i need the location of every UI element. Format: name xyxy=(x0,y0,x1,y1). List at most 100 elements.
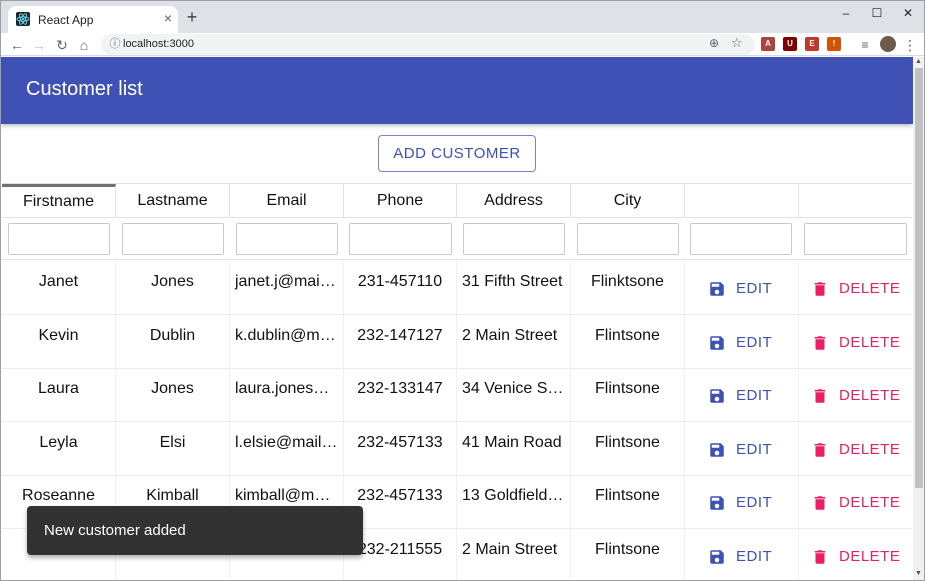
cell-address: 2 Main Street xyxy=(457,314,571,368)
edit-label: EDIT xyxy=(736,547,773,565)
edit-label: EDIT xyxy=(736,280,773,297)
home-icon[interactable]: ⌂ xyxy=(75,36,93,54)
cell-email: l.elsie@mail.com xyxy=(230,421,344,475)
filter-input-firstname[interactable] xyxy=(8,223,110,255)
filter-input-phone[interactable] xyxy=(349,223,452,255)
minimize-button[interactable]: – xyxy=(831,5,861,21)
back-icon[interactable]: ← xyxy=(8,36,26,54)
table-row: JanetJonesjanet.j@mail.com231-45711031 F… xyxy=(2,261,912,315)
extension-icon[interactable]: E xyxy=(805,37,819,51)
scroll-up-icon[interactable]: ▲ xyxy=(915,58,922,65)
title-bar: React App × + – ☐ ✕ xyxy=(1,1,924,33)
maximize-button[interactable]: ☐ xyxy=(862,5,892,21)
cell-city: Flintsone xyxy=(571,314,685,368)
cell-phone: 231-457110 xyxy=(344,261,457,314)
snackbar: New customer added xyxy=(27,506,363,555)
scrollbar-thumb[interactable] xyxy=(915,68,923,488)
react-icon xyxy=(16,12,30,26)
cell-lastname: Dublin xyxy=(116,314,230,368)
cell-lastname: Jones xyxy=(116,368,230,421)
filter-input-city[interactable] xyxy=(577,223,679,255)
trash-icon xyxy=(814,282,826,296)
filter-input-edit[interactable] xyxy=(690,223,792,255)
tab-title: React App xyxy=(38,13,94,27)
cell-city: Flintsone xyxy=(571,475,685,528)
trash-icon xyxy=(814,496,826,510)
info-icon[interactable]: ⓘ xyxy=(107,36,123,52)
table-row: KevinDublink.dublin@mail.com232-1471272 … xyxy=(2,314,912,369)
browser-toolbar: ← → ↻ ⌂ ⓘ localhost:3000 ⊕ ☆ A U E ! ≡ ⋮ xyxy=(1,33,924,56)
cell-edit: EDIT xyxy=(685,261,799,314)
megaphone-extension-icon[interactable]: ! xyxy=(827,37,841,51)
tab-close-icon[interactable]: × xyxy=(160,10,176,26)
url-text[interactable]: localhost:3000 xyxy=(123,38,194,50)
edit-label: EDIT xyxy=(736,333,773,351)
scroll-down-icon[interactable]: ▼ xyxy=(915,570,922,577)
forward-icon[interactable]: → xyxy=(30,36,48,54)
cell-lastname: Elsi xyxy=(116,421,230,475)
cell-city: Flintsone xyxy=(571,528,685,580)
filter-row xyxy=(2,217,912,260)
filter-input-lastname[interactable] xyxy=(122,223,224,255)
column-header-email[interactable]: Email xyxy=(230,184,344,217)
column-header-phone[interactable]: Phone xyxy=(344,184,457,217)
new-tab-button[interactable]: + xyxy=(183,7,201,27)
cell-edit: EDIT xyxy=(685,314,799,368)
cell-edit: EDIT xyxy=(685,475,799,528)
edit-label: EDIT xyxy=(736,387,773,404)
column-header-lastname[interactable]: Lastname xyxy=(116,184,230,217)
menu-dots-icon[interactable]: ⋮ xyxy=(901,36,919,54)
browser-tab[interactable]: React App × xyxy=(8,6,178,33)
cell-email: k.dublin@mail.com xyxy=(230,314,344,368)
snackbar-message: New customer added xyxy=(44,522,186,539)
reading-list-icon[interactable]: ≡ xyxy=(856,36,874,54)
trash-icon xyxy=(814,442,826,457)
ublock-extension-icon[interactable]: U xyxy=(783,37,797,51)
cell-email: janet.j@mail.com xyxy=(230,261,344,314)
zoom-icon[interactable]: ⊕ xyxy=(709,36,719,50)
close-window-button[interactable]: ✕ xyxy=(893,5,923,21)
delete-label: DELETE xyxy=(839,280,901,297)
filter-input-email[interactable] xyxy=(236,223,338,255)
cell-delete: DELETE xyxy=(799,315,912,368)
cell-address: 31 Fifth Street xyxy=(457,261,571,314)
cell-address: 34 Venice Street xyxy=(457,368,571,421)
cell-city: Flintsone xyxy=(571,421,685,475)
cell-delete: DELETE xyxy=(799,475,912,528)
cell-address: 13 Goldfield Road xyxy=(457,475,571,528)
vertical-scrollbar[interactable]: ▲ ▼ xyxy=(913,57,924,580)
add-customer-button[interactable]: ADD CUSTOMER xyxy=(378,135,536,172)
trash-icon xyxy=(814,335,826,350)
table-header: Firstname Lastname Email Phone Address C… xyxy=(2,184,912,217)
cell-address: 41 Main Road xyxy=(457,421,571,475)
column-header-city[interactable]: City xyxy=(571,184,685,217)
address-bar[interactable]: ⓘ localhost:3000 ⊕ ☆ xyxy=(101,34,755,55)
cell-lastname: Jones xyxy=(116,261,230,314)
edit-label: EDIT xyxy=(736,494,773,511)
cell-city: Flintsone xyxy=(571,368,685,421)
delete-label: DELETE xyxy=(839,494,901,511)
save-icon xyxy=(710,389,724,403)
cell-phone: 232-457133 xyxy=(344,421,457,475)
filter-input-address[interactable] xyxy=(463,223,565,255)
cell-firstname: Janet xyxy=(2,261,116,314)
filter-input-delete[interactable] xyxy=(804,223,907,255)
cell-edit: EDIT xyxy=(685,528,799,580)
avatar[interactable] xyxy=(880,36,896,52)
cell-city: Flinktsone xyxy=(571,261,685,314)
cell-email: laura.jones@mail.com xyxy=(230,368,344,421)
page-title: Customer list xyxy=(26,78,143,100)
column-header-edit xyxy=(685,184,799,217)
column-header-firstname[interactable]: Firstname xyxy=(2,184,116,217)
cell-firstname: Leyla xyxy=(2,421,116,475)
cell-address: 2 Main Street xyxy=(457,528,571,580)
column-header-address[interactable]: Address xyxy=(457,184,571,217)
edit-label: EDIT xyxy=(736,440,773,458)
reload-icon[interactable]: ↻ xyxy=(53,36,71,54)
pdf-extension-icon[interactable]: A xyxy=(761,37,775,51)
table-row: LauraJoneslaura.jones@mail.com232-133147… xyxy=(2,368,912,422)
save-icon xyxy=(710,549,724,564)
cell-phone: 232-147127 xyxy=(344,314,457,368)
browser-window: React App × + – ☐ ✕ ← → ↻ ⌂ ⓘ localhost:… xyxy=(0,0,925,581)
bookmark-star-icon[interactable]: ☆ xyxy=(731,35,743,51)
